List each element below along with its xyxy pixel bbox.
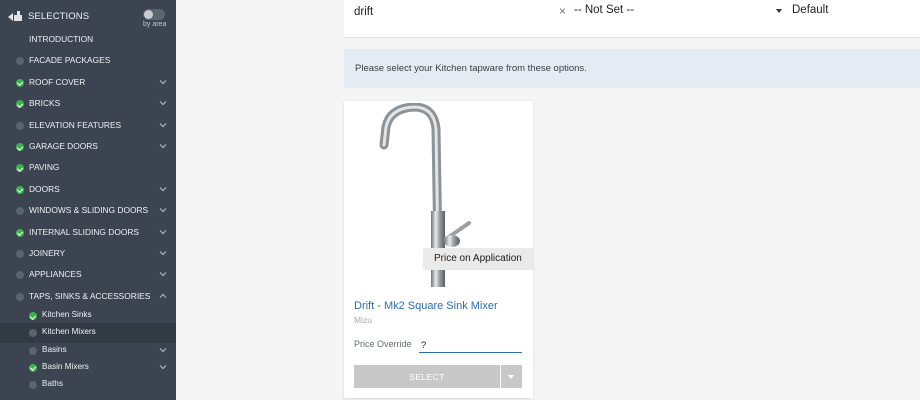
clear-search-icon[interactable]: × xyxy=(559,4,566,18)
search-input[interactable] xyxy=(354,4,569,20)
check-circle-icon xyxy=(16,164,24,173)
chevron-down-icon[interactable] xyxy=(159,206,167,214)
select-dropdown-toggle[interactable] xyxy=(501,365,522,388)
sidebar: SELECTIONS by area INTRODUCTION FACADE PA… xyxy=(0,0,176,400)
sidebar-item-introduction[interactable]: INTRODUCTION xyxy=(0,30,176,50)
sidebar-item-baths[interactable]: Baths xyxy=(0,375,176,395)
chevron-down-icon[interactable] xyxy=(159,270,167,278)
category-select[interactable]: -- Not Set -- xyxy=(574,4,634,16)
sidebar-item-label: FACADE PACKAGES xyxy=(29,55,111,66)
sidebar-item-roof-cover[interactable]: ROOF COVER xyxy=(0,73,176,93)
sidebar-item-label: Basins xyxy=(42,344,67,354)
price-label: Price on Application xyxy=(434,253,522,264)
sidebar-item-label: INTRODUCTION xyxy=(29,34,94,44)
chevron-down-icon[interactable] xyxy=(159,78,167,86)
sidebar-item-label: GARAGE DOORS xyxy=(29,141,98,151)
product-name[interactable]: Drift - Mk2 Square Sink Mixer xyxy=(354,300,498,312)
status-dot-icon xyxy=(16,271,24,280)
sidebar-item-label: BRICKS xyxy=(29,98,61,109)
sidebar-item-bricks[interactable]: BRICKS xyxy=(0,94,176,114)
main-content: × -- Not Set -- Default Please select yo… xyxy=(176,0,920,400)
select-button[interactable]: SELECT xyxy=(354,365,500,388)
sidebar-item-label: INTERNAL SLIDING DOORS xyxy=(29,226,139,237)
chevron-down-icon[interactable] xyxy=(159,346,167,354)
sidebar-item-elevation-features[interactable]: ELEVATION FEATURES xyxy=(0,116,176,136)
product-brand: Mizu xyxy=(354,315,372,325)
sidebar-item-doors[interactable]: DOORS xyxy=(0,180,176,200)
chevron-down-icon[interactable] xyxy=(159,185,167,193)
caret-down-icon[interactable] xyxy=(776,9,782,13)
sidebar-item-label: APPLIANCES xyxy=(29,269,82,280)
status-dot-icon xyxy=(29,346,37,355)
status-dot-icon xyxy=(29,329,37,338)
sidebar-item-label: PAVING xyxy=(29,162,60,173)
check-circle-icon xyxy=(16,228,24,237)
status-dot-icon xyxy=(16,207,24,216)
chevron-down-icon[interactable] xyxy=(159,363,167,371)
sidebar-item-label: TAPS, SINKS & ACCESSORIES xyxy=(29,290,151,301)
sidebar-item-facade-packages[interactable]: FACADE PACKAGES xyxy=(0,51,176,71)
price-override-label: Price Override xyxy=(354,339,412,349)
info-message: Please select your Kitchen tapware from … xyxy=(355,63,587,74)
sidebar-item-label: Basin Mixers xyxy=(42,361,89,371)
check-circle-icon xyxy=(29,312,37,320)
chevron-up-icon[interactable] xyxy=(159,292,167,300)
sidebar-item-label: JOINERY xyxy=(29,248,66,258)
check-circle-icon xyxy=(16,143,24,151)
chevron-down-icon[interactable] xyxy=(159,249,167,257)
sidebar-item-label: Kitchen Mixers xyxy=(42,327,96,337)
sidebar-title: SELECTIONS xyxy=(28,11,90,22)
selections-logo-icon xyxy=(8,11,22,21)
by-area-toggle[interactable] xyxy=(143,9,165,20)
sort-select[interactable]: Default xyxy=(792,4,828,16)
sidebar-item-garage-doors[interactable]: GARAGE DOORS xyxy=(0,137,176,157)
check-circle-icon xyxy=(29,363,37,372)
sidebar-header: SELECTIONS by area xyxy=(0,0,176,33)
sidebar-item-label: ROOF COVER xyxy=(29,76,86,87)
check-circle-icon xyxy=(16,78,24,87)
price-override-input[interactable] xyxy=(419,338,522,353)
info-banner: Please select your Kitchen tapware from … xyxy=(344,49,920,88)
status-dot-icon xyxy=(29,381,37,390)
status-dot-icon xyxy=(16,57,24,66)
sidebar-item-label: WINDOWS & SLIDING DOORS xyxy=(29,205,149,216)
sidebar-item-label: Baths xyxy=(42,379,63,389)
chevron-down-icon[interactable] xyxy=(159,99,167,107)
filter-bar: × -- Not Set -- Default xyxy=(344,0,920,38)
chevron-down-icon[interactable] xyxy=(159,228,167,236)
status-dot-icon xyxy=(16,292,24,301)
sidebar-item-internal-sliding-doors[interactable]: INTERNAL SLIDING DOORS xyxy=(0,223,176,243)
status-dot-icon xyxy=(16,121,24,130)
check-circle-icon xyxy=(16,100,24,109)
chevron-down-icon[interactable] xyxy=(159,142,167,150)
sidebar-item-appliances[interactable]: APPLIANCES xyxy=(0,265,176,285)
check-circle-icon xyxy=(16,185,24,194)
price-badge: Price on Application xyxy=(423,248,534,270)
sidebar-item-label: Kitchen Sinks xyxy=(42,310,92,319)
by-area-label: by area xyxy=(143,21,167,28)
sidebar-item-paving[interactable]: PAVING xyxy=(0,158,176,178)
sidebar-item-windows-and-sliding-doors[interactable]: WINDOWS & SLIDING DOORS xyxy=(0,201,176,221)
sidebar-item-taps-sinks-and-accessories[interactable]: TAPS, SINKS & ACCESSORIES xyxy=(0,287,176,307)
sidebar-item-label: ELEVATION FEATURES xyxy=(29,119,122,130)
status-dot-icon xyxy=(16,250,24,258)
sidebar-item-label: DOORS xyxy=(29,183,60,194)
chevron-down-icon[interactable] xyxy=(159,121,167,129)
product-card[interactable]: Price on Application Drift - Mk2 Square … xyxy=(344,101,534,398)
sidebar-item-joinery[interactable]: JOINERY xyxy=(0,244,176,264)
